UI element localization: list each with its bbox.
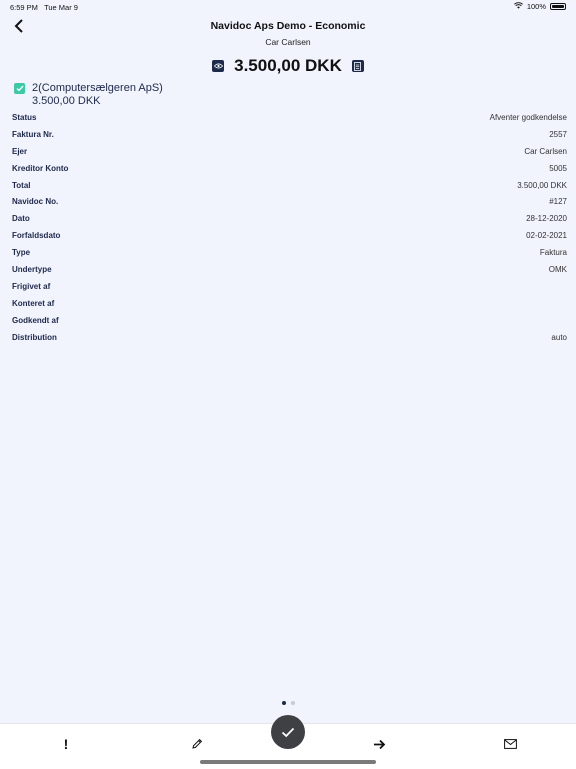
- detail-label: Konteret af: [12, 298, 55, 308]
- eye-icon: [213, 63, 223, 69]
- detail-label: Navidoc No.: [12, 197, 59, 207]
- company-name: 2(Computersælgeren ApS): [32, 82, 163, 94]
- detail-row: Faktura Nr. 2557: [12, 126, 567, 143]
- detail-label: Status: [12, 113, 37, 122]
- detail-value: 02-02-2021: [526, 231, 567, 241]
- detail-value: Afventer godkendelse: [489, 113, 567, 122]
- detail-row: Navidoc No. #127: [12, 193, 567, 210]
- detail-row: Forfaldsdato 02-02-2021: [12, 227, 567, 244]
- detail-row: Dato 28-12-2020: [12, 210, 567, 227]
- detail-row: Godkendt af: [12, 312, 567, 329]
- email-button[interactable]: [498, 734, 522, 754]
- detail-value: Car Carlsen: [524, 146, 567, 156]
- status-time: 6:59 PM: [10, 3, 38, 12]
- invoice-details: Status Afventer godkendelse Faktura Nr. 25…: [12, 109, 567, 345]
- battery-icon: [550, 3, 566, 10]
- detail-label: Faktura Nr.: [12, 129, 54, 139]
- flag-button[interactable]: !: [54, 734, 78, 754]
- document-icon-button[interactable]: [351, 60, 364, 72]
- pencil-icon: [192, 738, 203, 749]
- page-subtitle: Car Carlsen: [265, 37, 311, 47]
- detail-row: Ejer Car Carlsen: [12, 143, 567, 160]
- detail-label: Undertype: [12, 265, 52, 275]
- detail-row: Frigivet af: [12, 278, 567, 295]
- check-icon: [281, 727, 295, 737]
- status-date: Tue Mar 9: [44, 3, 78, 12]
- company-entry: 2(Computersælgeren ApS) 3.500,00 DKK: [14, 82, 163, 108]
- detail-label: Kreditor Konto: [12, 163, 69, 173]
- page-title: Navidoc Aps Demo - Economic: [210, 20, 366, 32]
- detail-row: Undertype OMK: [12, 261, 567, 278]
- checkmark-icon: [16, 85, 24, 92]
- detail-row: Type Faktura: [12, 244, 567, 261]
- page-indicator[interactable]: [0, 701, 576, 705]
- amount-row: 3.500,00 DKK: [0, 55, 576, 77]
- detail-row: Konteret af: [12, 295, 567, 312]
- exclamation-icon: !: [63, 736, 69, 752]
- eye-icon-button[interactable]: [212, 60, 225, 72]
- detail-value: 5005: [549, 163, 567, 173]
- detail-label: Type: [12, 248, 31, 258]
- document-icon: [354, 61, 362, 71]
- wifi-icon: [513, 2, 523, 11]
- detail-label: Forfaldsdato: [12, 231, 61, 241]
- detail-label: Godkendt af: [12, 315, 59, 325]
- detail-value: 28-12-2020: [526, 214, 567, 224]
- detail-value: auto: [551, 332, 567, 342]
- status-bar: 6:59 PM Tue Mar 9 100%: [0, 0, 576, 14]
- detail-label: Dato: [12, 214, 30, 224]
- page-dot-active[interactable]: [281, 701, 286, 705]
- detail-row: Total 3.500,00 DKK: [12, 177, 567, 194]
- envelope-icon: [503, 739, 517, 749]
- detail-row: Distribution auto: [12, 329, 567, 346]
- home-indicator[interactable]: [200, 760, 376, 764]
- detail-row: Kreditor Konto 5005: [12, 160, 567, 177]
- detail-label: Ejer: [12, 146, 28, 156]
- detail-value: OMK: [548, 265, 567, 275]
- page-dot[interactable]: [290, 701, 295, 705]
- company-text: 2(Computersælgeren ApS) 3.500,00 DKK: [32, 82, 163, 108]
- arrow-right-icon: [373, 739, 385, 749]
- status-right: 100%: [513, 2, 566, 11]
- detail-label: Total: [12, 180, 31, 190]
- detail-value: 2557: [549, 129, 567, 139]
- approve-button[interactable]: [271, 715, 305, 749]
- total-amount: 3.500,00 DKK: [234, 56, 342, 75]
- company-checkbox[interactable]: [14, 83, 25, 94]
- detail-value: #127: [549, 197, 567, 207]
- status-time-date: 6:59 PM Tue Mar 9: [10, 3, 78, 12]
- company-amount: 3.500,00 DKK: [32, 95, 101, 107]
- battery-percent: 100%: [526, 2, 546, 11]
- detail-label: Distribution: [12, 332, 57, 342]
- forward-button[interactable]: [367, 734, 391, 754]
- edit-button[interactable]: [185, 734, 209, 754]
- detail-row: Status Afventer godkendelse: [12, 109, 567, 126]
- detail-value: 3.500,00 DKK: [517, 180, 567, 190]
- detail-label: Frigivet af: [12, 281, 51, 291]
- detail-value: Faktura: [539, 248, 567, 258]
